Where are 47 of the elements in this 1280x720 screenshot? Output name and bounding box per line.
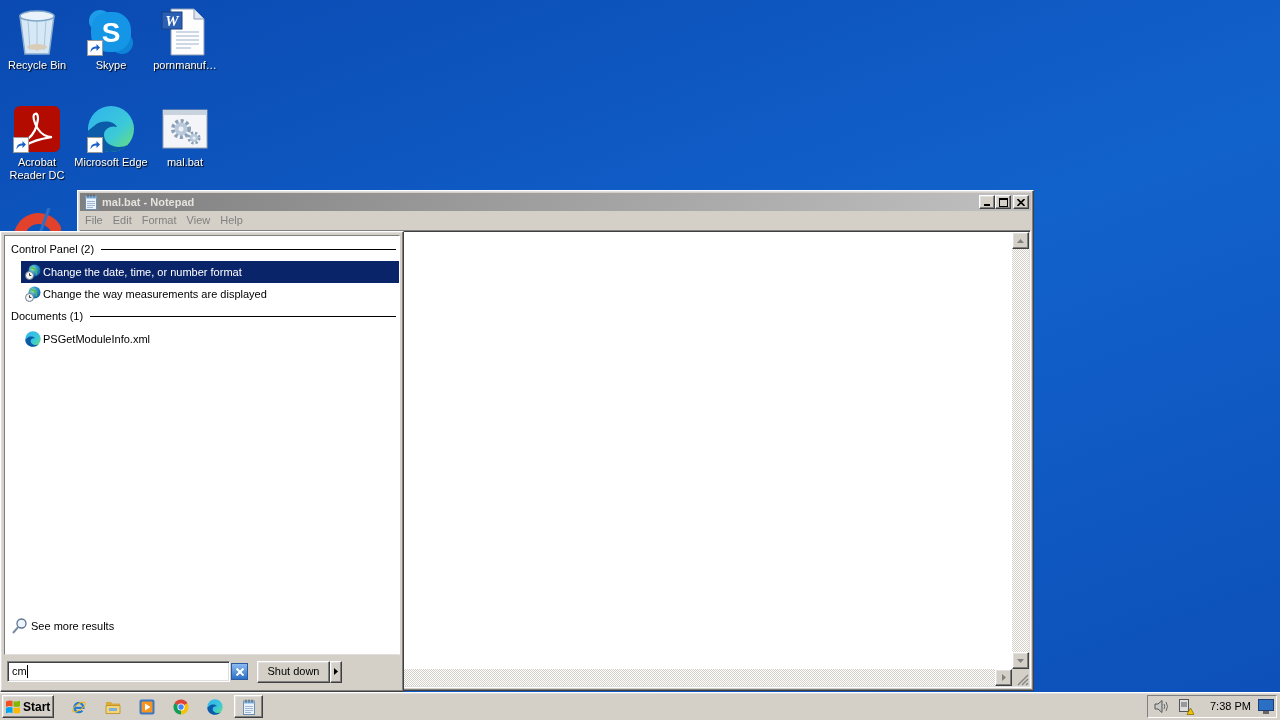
desktop-icon-label[interactable]: Skype: [95, 59, 127, 72]
desktop-icon-label[interactable]: pornmanuf…: [153, 59, 217, 72]
notepad-icon: [240, 698, 257, 715]
clear-search-button[interactable]: [231, 663, 248, 680]
network-warning-icon[interactable]: [1178, 698, 1194, 715]
triangle-down-icon: [1017, 658, 1024, 663]
scroll-down-button[interactable]: [1012, 652, 1029, 669]
close-icon: [1017, 198, 1025, 206]
minimize-icon: [984, 204, 990, 206]
size-grip-icon[interactable]: [1017, 674, 1029, 686]
search-result-item[interactable]: Change the date, time, or number format: [21, 261, 399, 283]
maximize-icon: [998, 197, 1008, 207]
edge-icon: [25, 331, 41, 347]
notepad-icon: [83, 194, 99, 210]
desktop-icon-label[interactable]: Microsoft Edge: [74, 156, 148, 169]
group-header: Documents (1): [11, 309, 84, 325]
see-more-results-link[interactable]: See more results: [12, 617, 115, 634]
minimize-button[interactable]: [979, 195, 995, 209]
maximize-button[interactable]: [995, 195, 1011, 209]
close-button[interactable]: [1013, 195, 1029, 209]
monitor-icon[interactable]: [1258, 699, 1274, 714]
window-title: mal.bat - Notepad: [102, 194, 195, 210]
desktop-icon-label[interactable]: Recycle Bin: [7, 59, 67, 72]
desktop-icon-label[interactable]: mal.bat: [166, 156, 204, 169]
taskbar-button[interactable]: [234, 695, 263, 718]
triangle-right-icon: [334, 668, 338, 675]
speaker-icon[interactable]: [1154, 699, 1169, 714]
triangle-right-icon: [1001, 674, 1006, 681]
edge-icon[interactable]: [207, 698, 223, 715]
desktop-icon-label[interactable]: Acrobat Reader DC: [0, 156, 74, 182]
chrome-icon[interactable]: [173, 698, 189, 715]
play-icon[interactable]: [139, 698, 155, 715]
group-header: Control Panel (2): [11, 242, 95, 258]
clear-icon: [235, 667, 244, 676]
start-button[interactable]: Start: [2, 695, 54, 718]
triangle-up-icon: [1017, 238, 1024, 243]
scroll-right-button[interactable]: [995, 669, 1012, 686]
globe-clock-icon: [25, 264, 41, 280]
search-field[interactable]: cm: [7, 661, 230, 682]
clock[interactable]: 7:38 PM: [1210, 698, 1251, 715]
search-icon: [12, 617, 27, 634]
text-cursor-icon: [26, 665, 28, 678]
shut-down-options-button[interactable]: [330, 660, 342, 683]
scroll-up-button[interactable]: [1012, 232, 1029, 249]
shut-down-button[interactable]: Shut down: [257, 660, 330, 683]
windows-flag-icon: [5, 698, 21, 715]
globe-clock-icon: [25, 286, 41, 302]
